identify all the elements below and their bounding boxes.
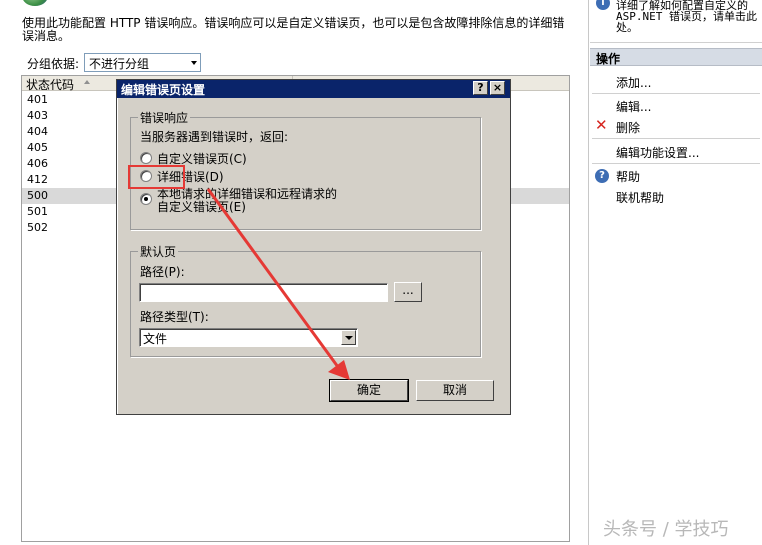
annotation-arrow bbox=[206, 188, 350, 380]
watermark: 头条号 / 学技巧 bbox=[603, 519, 729, 540]
